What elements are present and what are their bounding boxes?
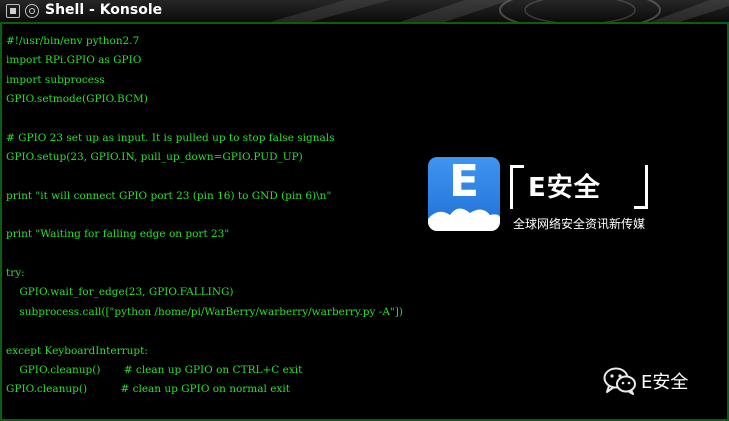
code-line: # GPIO 23 set up as input. It is pulled … [6,131,335,144]
watermark-text: E安全 [641,372,689,393]
keep-above-icon[interactable] [25,4,39,18]
code-line: except KeyboardInterrupt: [6,344,148,357]
cloud-icon [428,208,500,231]
code-line: subprocess.call(["python /home/pi/WarBer… [6,305,403,318]
code-line: import subprocess [6,73,105,86]
e-security-logo: E E安全 全球网络安全资讯新传媒 [428,157,658,237]
code-line: #!/usr/bin/env python2.7 [6,35,140,47]
window-menu-icon[interactable] [6,4,20,18]
window-title: Shell - Konsole [45,2,163,18]
title-bar[interactable]: Shell - Konsole [0,0,729,22]
code-block: #!/usr/bin/env python2.7 import RPi.GPIO… [6,32,403,400]
code-line: GPIO.wait_for_edge(23, GPIO.FALLING) [6,286,234,299]
code-line: print "Waiting for falling edge on port … [6,228,230,241]
brand-tagline: 全球网络安全资讯新传媒 [513,217,646,231]
wechat-watermark: E安全 [603,366,723,396]
brand-name: E安全 [528,173,601,203]
wallpaper-decoration [270,0,729,22]
code-line: import RPi.GPIO as GPIO [6,54,142,67]
code-line: GPIO.setup(23, GPIO.IN, pull_up_down=GPI… [6,151,303,164]
code-line: try: [6,267,25,280]
wechat-icon [603,367,636,395]
code-line: GPIO.cleanup() # clean up GPIO on CTRL+C… [6,363,303,376]
code-line: print "it will connect GPIO port 23 (pin… [6,189,332,202]
code-line: GPIO.cleanup() # clean up GPIO on normal… [6,383,290,396]
code-line: GPIO.setmode(GPIO.BCM) [6,93,148,106]
logo-letter: E [448,157,480,207]
e-logo-icon: E [428,157,500,231]
